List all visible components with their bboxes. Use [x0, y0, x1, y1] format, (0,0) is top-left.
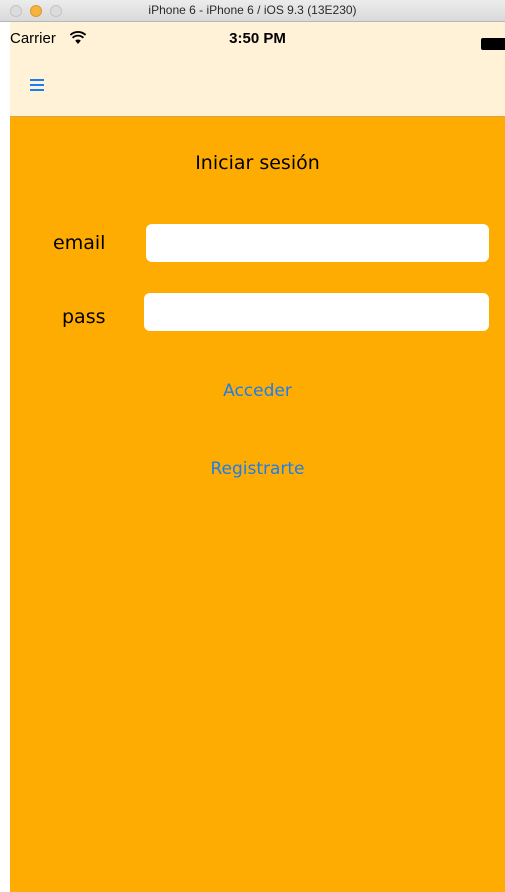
status-bar: Carrier 3:50 PM	[10, 22, 505, 62]
email-label: email	[53, 232, 106, 254]
navigation-bar: Carrier 3:50 PM	[10, 22, 505, 117]
hamburger-menu-icon[interactable]	[30, 79, 44, 91]
device-screen: Carrier 3:50 PM Iniciar sesión email pas…	[10, 22, 505, 892]
window-title-bar: iPhone 6 - iPhone 6 / iOS 9.3 (13E230)	[0, 0, 505, 22]
email-field[interactable]	[146, 224, 489, 262]
login-button[interactable]: Acceder	[10, 380, 505, 402]
password-label: pass	[62, 306, 106, 328]
window-title: iPhone 6 - iPhone 6 / iOS 9.3 (13E230)	[148, 3, 357, 17]
status-time: 3:50 PM	[229, 30, 286, 47]
register-button[interactable]: Registrarte	[10, 458, 505, 480]
simulator-window: iPhone 6 - iPhone 6 / iOS 9.3 (13E230) C…	[0, 0, 505, 892]
battery-icon	[481, 38, 505, 50]
password-field[interactable]	[144, 293, 489, 331]
page-title: Iniciar sesión	[195, 152, 320, 174]
